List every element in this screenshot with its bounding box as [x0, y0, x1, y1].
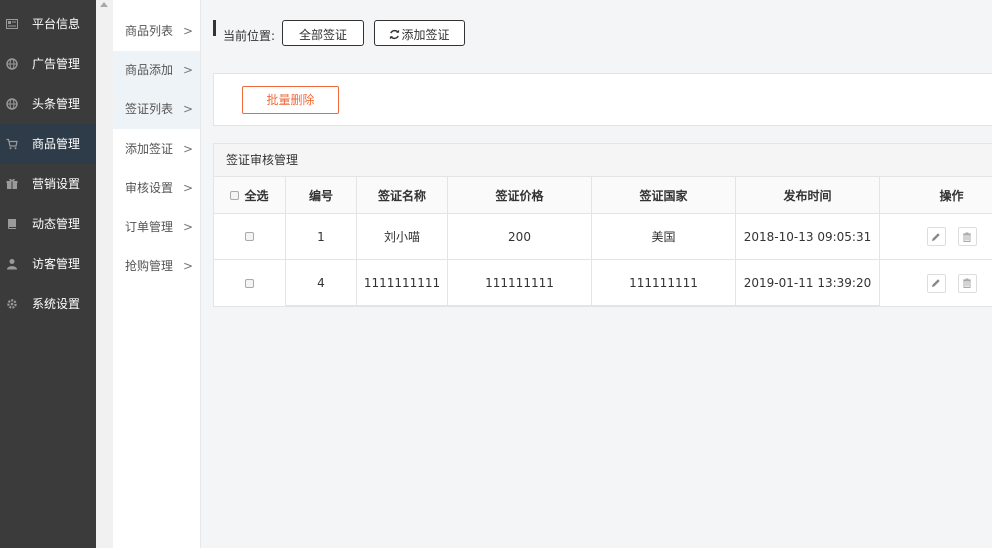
sidebar-item-label: 商品管理 [32, 137, 81, 151]
row-checkbox[interactable] [245, 278, 254, 288]
column-header-publish-time: 发布时间 [736, 177, 880, 214]
row-id: 4 [286, 260, 357, 306]
submenu-item-label: 商品列表 [125, 24, 174, 38]
row-checkbox[interactable] [245, 232, 254, 241]
delete-button[interactable] [957, 273, 977, 293]
row-country: 美国 [592, 214, 736, 260]
chevron-right-icon: > [183, 24, 194, 38]
sidebar-item-label: 头条管理 [32, 97, 81, 111]
submenu-item-label: 抢购管理 [125, 259, 174, 273]
sidebar-item-label: 系统设置 [32, 297, 81, 311]
row-price: 111111111 [448, 260, 592, 306]
submenu-item-visa-list[interactable]: 签证列表 > [113, 90, 200, 129]
submenu-item-label: 审核设置 [125, 181, 174, 195]
row-actions [880, 260, 992, 306]
secondary-menu: 商品列表 > 商品添加 > 签证列表 > 添加签证 > 审核设置 > 订单管理 … [113, 0, 201, 548]
column-header-actions: 操作 [880, 177, 992, 214]
pencil-icon [932, 279, 940, 287]
column-header-name: 签证名称 [357, 177, 448, 214]
column-header-id: 编号 [286, 177, 357, 214]
globe-icon [6, 58, 18, 70]
submenu-item-label: 添加签证 [125, 142, 174, 156]
sidebar-item-label: 营销设置 [32, 177, 81, 191]
chevron-right-icon: > [183, 220, 194, 234]
refresh-icon [390, 29, 400, 40]
main-sidebar: 平台信息 广告管理 头条管理 商品管理 营销设置 动态管理 访客管理 系统设置 [0, 0, 96, 548]
row-actions [880, 214, 992, 260]
submenu-item-product-list[interactable]: 商品列表 > [113, 12, 200, 51]
sidebar-item-system-settings[interactable]: 系统设置 [0, 284, 96, 324]
action-toolbar: 批量删除 [213, 73, 992, 126]
row-publish-time: 2019-01-11 13:39:20 [736, 260, 880, 306]
table-row-checkbox-cell [214, 260, 286, 306]
submenu-item-product-add[interactable]: 商品添加 > [113, 51, 200, 90]
row-price: 200 [448, 214, 592, 260]
row-name: 刘小喵 [357, 214, 448, 260]
chevron-right-icon: > [183, 259, 194, 273]
sidebar-item-label: 平台信息 [32, 17, 81, 31]
column-header-country: 签证国家 [592, 177, 736, 214]
select-all-label: 全选 [244, 188, 269, 203]
sidebar-item-visitors[interactable]: 访客管理 [0, 244, 96, 284]
visa-review-panel: 签证审核管理 全选 编号 签证名称 签证价格 签证国家 发布时间 操作 1 刘小… [213, 143, 992, 307]
edit-button[interactable] [926, 273, 946, 293]
table-row-checkbox-cell [214, 214, 286, 260]
edit-button[interactable] [926, 227, 946, 246]
submenu-item-visa-add[interactable]: 添加签证 > [113, 130, 200, 169]
sidebar-item-label: 广告管理 [32, 57, 81, 71]
cart-icon [6, 138, 18, 150]
trash-icon [963, 278, 971, 288]
submenu-item-label: 订单管理 [125, 220, 174, 234]
select-all-checkbox[interactable] [230, 190, 240, 200]
sidebar-item-label: 动态管理 [32, 217, 81, 231]
row-name: 1111111111 [357, 260, 448, 306]
chevron-right-icon: > [183, 142, 194, 156]
chevron-right-icon: > [183, 102, 194, 116]
submenu-item-label: 商品添加 [125, 63, 174, 77]
submenu-item-flash-sale[interactable]: 抢购管理 > [113, 247, 200, 286]
sidebar-item-ads[interactable]: 广告管理 [0, 44, 96, 84]
main-content: 当前位置: 全部签证 添加签证 批量删除 签证审核管理 全选 编号 签证名称 签… [201, 0, 992, 548]
sidebar-item-headlines[interactable]: 头条管理 [0, 84, 96, 124]
user-icon [6, 258, 18, 270]
breadcrumb-marker [213, 20, 216, 36]
gear-icon [6, 298, 18, 310]
chevron-right-icon: > [183, 63, 194, 77]
sidebar-scrollbar[interactable] [96, 0, 113, 548]
row-country: 111111111 [592, 260, 736, 306]
submenu-item-review-settings[interactable]: 审核设置 > [113, 169, 200, 208]
newspaper-icon [6, 18, 18, 30]
pencil-icon [932, 232, 940, 241]
add-visa-button[interactable]: 添加签证 [374, 20, 465, 46]
column-header-price: 签证价格 [448, 177, 592, 214]
select-all-header[interactable]: 全选 [214, 177, 286, 214]
sidebar-item-marketing[interactable]: 营销设置 [0, 164, 96, 204]
row-id: 1 [286, 214, 357, 260]
chevron-right-icon: > [183, 181, 194, 195]
gift-icon [6, 178, 18, 190]
sidebar-item-label: 访客管理 [32, 257, 81, 271]
globe-icon [6, 98, 18, 110]
delete-button[interactable] [957, 227, 977, 246]
all-visas-button[interactable]: 全部签证 [282, 20, 364, 46]
sidebar-item-news[interactable]: 动态管理 [0, 204, 96, 244]
breadcrumb-label: 当前位置: [223, 29, 276, 43]
row-publish-time: 2018-10-13 09:05:31 [736, 214, 880, 260]
book-icon [6, 218, 18, 230]
trash-icon [963, 232, 971, 242]
panel-title: 签证审核管理 [226, 153, 299, 167]
sidebar-item-products[interactable]: 商品管理 [0, 124, 96, 164]
scroll-up-arrow-icon[interactable] [100, 2, 108, 7]
sidebar-item-platform-info[interactable]: 平台信息 [0, 4, 96, 44]
submenu-item-label: 签证列表 [125, 102, 174, 116]
submenu-item-orders[interactable]: 订单管理 > [113, 208, 200, 247]
add-visa-label: 添加签证 [401, 28, 450, 42]
panel-header: 签证审核管理 [214, 144, 992, 177]
batch-delete-button[interactable]: 批量删除 [242, 86, 339, 114]
